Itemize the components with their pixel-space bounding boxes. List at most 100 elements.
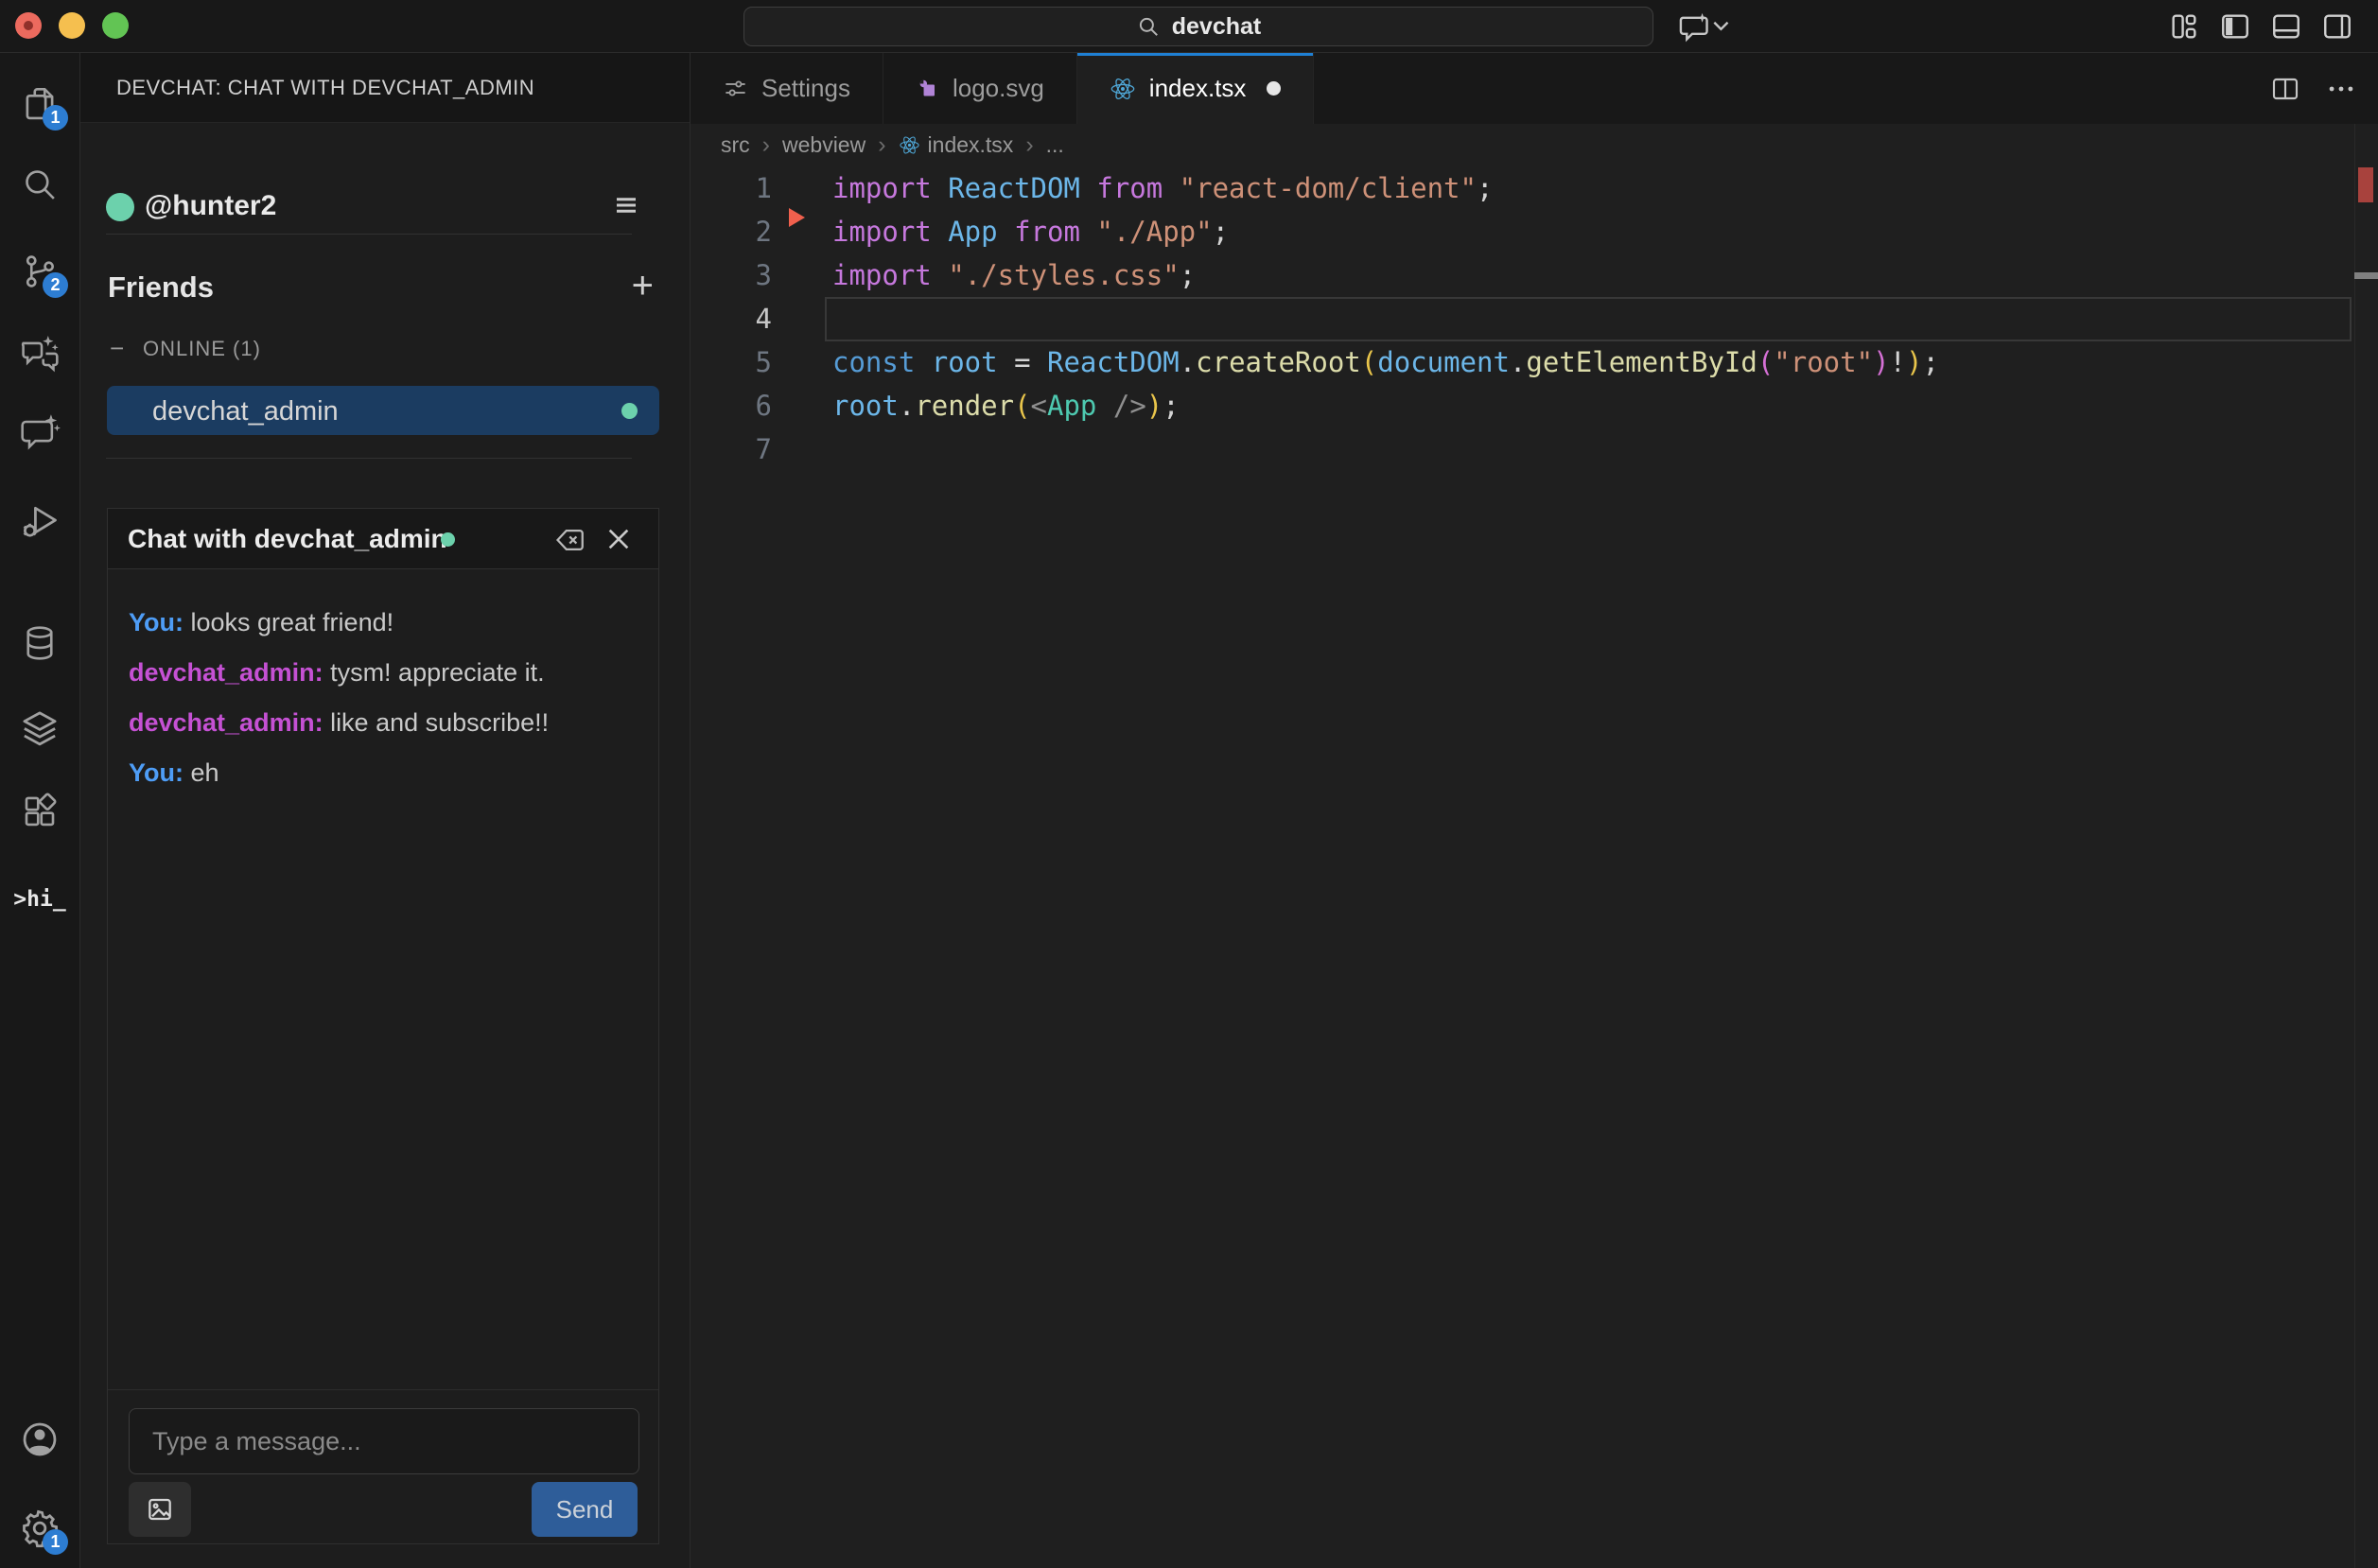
sidebar-header: DEVCHAT: CHAT WITH DEVCHAT_ADMIN [80,53,690,123]
activity-database[interactable] [0,615,79,671]
editor-actions [2270,53,2357,124]
sidebar-title: DEVCHAT: CHAT WITH DEVCHAT_ADMIN [116,76,534,100]
attach-image-button[interactable] [129,1482,191,1537]
friend-item-devchat-admin[interactable]: devchat_admin [107,386,659,435]
activity-devchat[interactable] [0,404,79,461]
message-sender: You: [129,758,184,787]
message-sender: devchat_admin: [129,708,323,737]
activity-bar: 1 2 [0,53,80,1568]
toggle-secondary-sidebar-icon[interactable] [2321,10,2353,43]
friend-name: devchat_admin [152,396,339,427]
toggle-primary-sidebar-icon[interactable] [2219,10,2251,43]
gutter: 1234567 [691,166,785,471]
editor-group: Settings logo.svg index.tsx [691,53,2378,1568]
line-number[interactable]: 3 [691,253,785,297]
breadcrumb-separator: › [878,131,885,159]
code-line[interactable]: root.render(<App />); [832,384,2340,427]
settings-badge: 1 [43,1529,68,1555]
breadcrumb-item-webview[interactable]: webview [782,132,866,158]
activity-accounts[interactable] [0,1411,79,1468]
online-section-header[interactable]: − ONLINE (1) [80,333,690,367]
chat-message: You: eh [129,759,638,786]
code-lines[interactable]: import ReactDOM from "react-dom/client";… [832,166,2340,471]
tab-settings[interactable]: Settings [691,53,883,124]
modified-dot-icon[interactable] [1267,81,1281,96]
breadcrumb-item-src[interactable]: src [721,132,750,158]
user-row: @hunter2 [80,178,690,235]
chat-message: devchat_admin: like and subscribe!! [129,709,638,736]
message-text: like and subscribe!! [323,708,550,737]
tab-index-tsx[interactable]: index.tsx [1077,53,1315,124]
code-line[interactable]: import App from "./App"; [832,210,2340,253]
account-icon [19,1419,61,1460]
activity-search[interactable] [0,156,79,213]
message-text: tysm! appreciate it. [323,658,545,687]
more-actions-icon[interactable] [2325,73,2357,105]
code-line[interactable]: import ReactDOM from "react-dom/client"; [832,166,2340,210]
breadcrumb-item-symbol[interactable]: ... [1046,132,1064,158]
chat-sparkle-icon [19,411,61,453]
message-text: eh [184,758,219,787]
line-number[interactable]: 1 [691,166,785,210]
breadcrumb-item-index-tsx[interactable]: index.tsx [899,132,1014,158]
line-number[interactable]: 4 [691,297,785,340]
copilot-menu-icon[interactable] [1676,10,1731,43]
chat-message: devchat_admin: tysm! appreciate it. [129,659,638,686]
vscode-window: ← → devchat [0,0,2378,1568]
search-icon [1136,14,1161,39]
image-icon [145,1494,175,1524]
line-number[interactable]: 2 [691,210,785,253]
collapse-icon[interactable]: − [110,334,124,363]
activity-explorer[interactable]: 1 [0,76,79,132]
database-icon [20,623,60,663]
user-online-dot [106,193,134,221]
activity-run-debug[interactable] [0,493,79,549]
code-line[interactable]: const root = ReactDOM.createRoot(documen… [832,340,2340,384]
add-friend-button[interactable]: + [632,265,654,307]
explorer-badge: 1 [43,105,68,131]
clear-chat-icon[interactable] [554,524,586,556]
chat-panel: Chat with devchat_admin You: looks great… [107,508,659,1544]
activity-layers[interactable] [0,700,79,757]
chat-message-input[interactable] [129,1408,639,1474]
search-icon [20,165,60,204]
window-minimize-button[interactable] [59,12,85,39]
code-line[interactable] [832,427,2340,471]
chat-panel-header: Chat with devchat_admin [108,509,658,569]
search-value: devchat [1172,13,1261,41]
friend-online-dot [621,403,638,419]
message-sender: You: [129,608,184,636]
chat-title: Chat with devchat_admin [128,524,447,554]
code-line[interactable]: import "./styles.css"; [832,253,2340,297]
toggle-panel-icon[interactable] [2270,10,2302,43]
line-number[interactable]: 6 [691,384,785,427]
chat-online-dot [441,532,455,547]
copilot-chat-duo-icon [19,332,61,374]
message-sender: devchat_admin: [129,658,323,687]
send-button[interactable]: Send [532,1482,638,1537]
user-menu-icon[interactable] [612,191,640,219]
activity-extensions[interactable] [0,782,79,839]
customize-layout-icon[interactable] [2168,10,2200,43]
window-zoom-button[interactable] [102,12,129,39]
react-icon [1110,76,1136,102]
gutter-marker-icon [789,208,805,227]
run-debug-icon [19,500,61,542]
activity-settings[interactable]: 1 [0,1500,79,1557]
code-line[interactable] [832,297,2340,340]
breadcrumb-separator: › [762,131,770,159]
activity-copilot-chat[interactable] [0,324,79,381]
activity-hi-prompt[interactable]: >hi_ [0,871,79,928]
close-chat-icon[interactable] [603,524,634,554]
command-center-search[interactable]: devchat [743,7,1653,46]
overview-ruler[interactable] [2354,124,2355,1568]
window-close-button[interactable] [15,12,42,39]
activity-source-control[interactable]: 2 [0,243,79,300]
chat-message: You: looks great friend! [129,609,638,636]
divider [106,458,632,459]
split-editor-icon[interactable] [2270,74,2300,104]
line-number[interactable]: 5 [691,340,785,384]
breadcrumb-separator: › [1025,131,1033,159]
line-number[interactable]: 7 [691,427,785,471]
tab-logo-svg[interactable]: logo.svg [883,53,1077,124]
